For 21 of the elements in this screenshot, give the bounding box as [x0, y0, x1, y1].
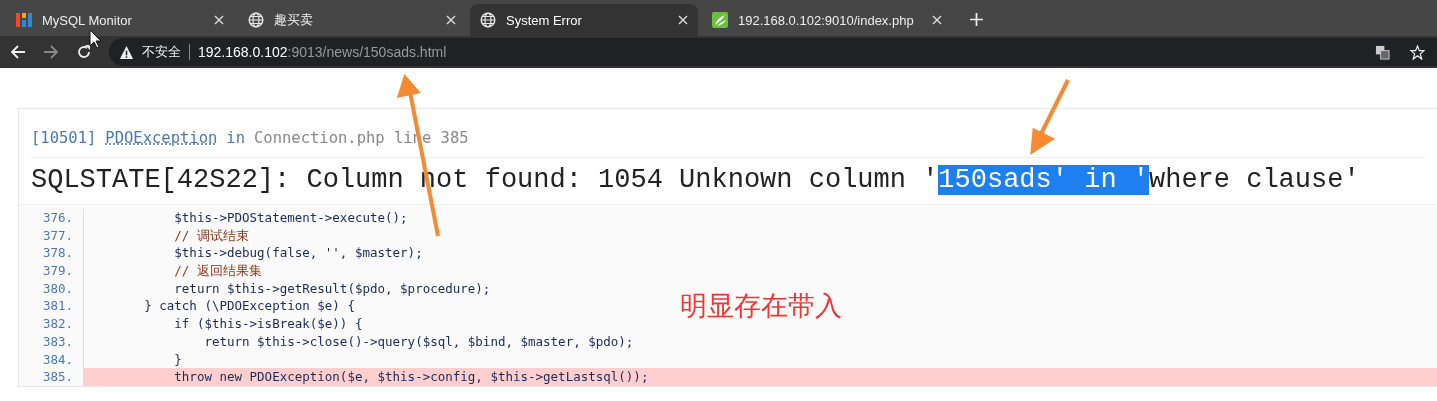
code-line: // 返回结果集: [83, 262, 262, 280]
browser-tab[interactable]: 192.168.0.102:9010/index.php: [702, 4, 952, 36]
code-line: $this->debug(false, '', $master);: [83, 244, 423, 263]
url-text: 192.168.0.102:9013/news/150sads.html: [198, 44, 447, 60]
code-line: return $this->getResult($pdo, $procedure);: [83, 279, 491, 298]
error-code: [10501]: [31, 129, 97, 147]
exception-link[interactable]: PDOException: [105, 129, 218, 147]
code-line: return $this->close()->query($sql, $bind, $master, $pdo);: [83, 332, 634, 351]
browser-tab[interactable]: System Error: [470, 4, 698, 36]
security-label: 不安全: [142, 43, 181, 61]
in-label: in: [226, 129, 245, 147]
code-line: if ($this->isBreak($e)) {: [83, 315, 363, 333]
browser-tab[interactable]: 趣买卖: [238, 4, 466, 36]
code-line: // 调试结束: [83, 226, 249, 245]
code-line: } catch (\PDOException $e) {: [83, 297, 355, 316]
line-number: 385.: [19, 368, 83, 386]
browser-tab[interactable]: MySQL Monitor: [6, 4, 234, 36]
address-bar[interactable]: 不安全 192.168.0.102:9013/news/150sads.html: [109, 38, 1437, 66]
code-line: throw new PDOException($e, $this->config, $this->getLastsql());: [83, 368, 649, 386]
annotation-text: 明显存在带入: [680, 289, 842, 323]
code-line: $this->PDOStatement->execute();: [83, 209, 408, 227]
